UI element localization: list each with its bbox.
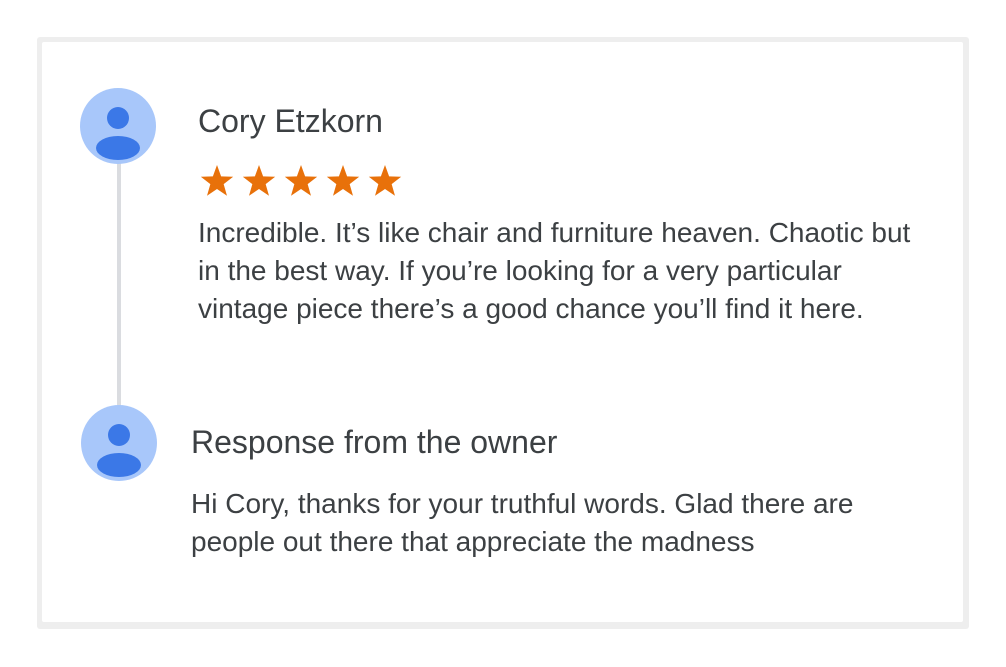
owner-response-text: Hi Cory, thanks for your truthful words.… bbox=[191, 488, 854, 557]
star-icon bbox=[281, 163, 321, 199]
star-icon bbox=[365, 163, 405, 199]
star-icon bbox=[239, 163, 279, 199]
review-text: Incredible. It’s like chair and furnitur… bbox=[198, 217, 911, 324]
star-rating bbox=[197, 163, 405, 199]
reviewer-name[interactable]: Cory Etzkorn bbox=[198, 101, 383, 141]
owner-response-heading: Response from the owner bbox=[191, 424, 558, 460]
reviewer-avatar[interactable] bbox=[80, 88, 156, 164]
star-icon bbox=[323, 163, 363, 199]
timeline-connector bbox=[117, 150, 121, 415]
owner-avatar bbox=[81, 405, 157, 481]
person-icon bbox=[96, 107, 140, 160]
star-icon bbox=[197, 163, 237, 199]
person-icon bbox=[97, 424, 141, 477]
